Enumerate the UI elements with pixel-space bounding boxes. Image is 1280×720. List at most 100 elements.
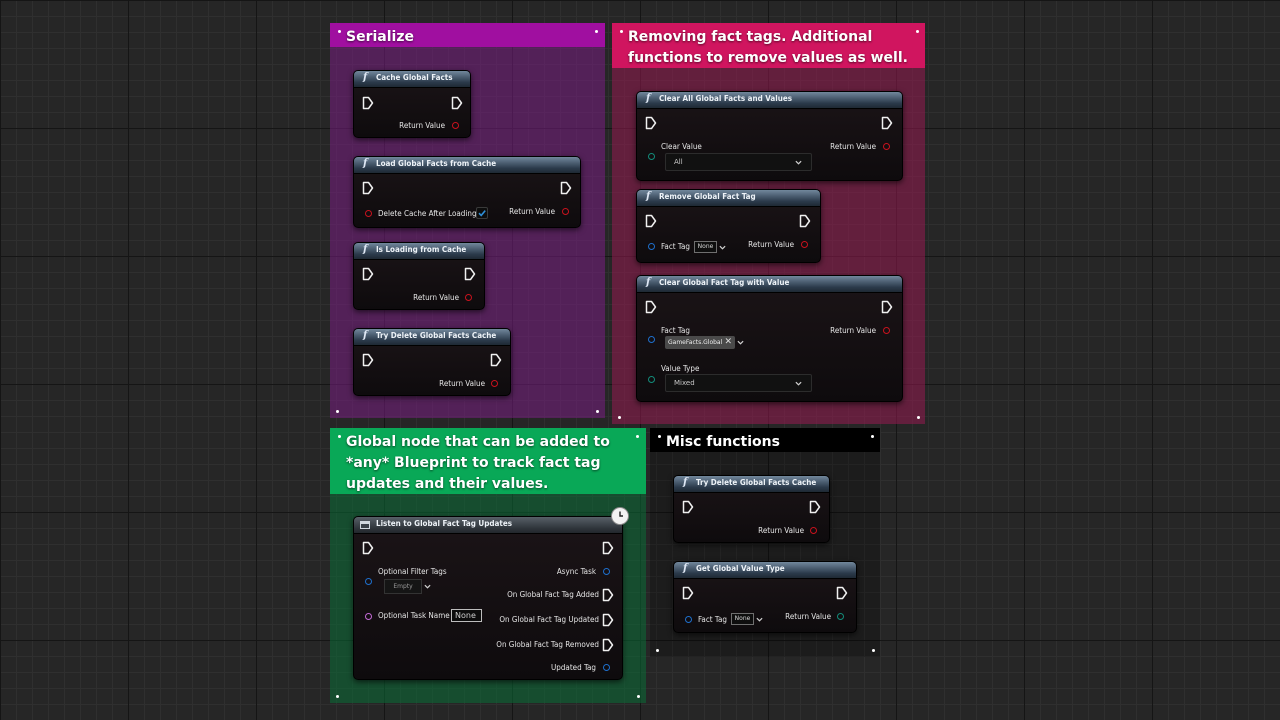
node-remove-global-fact-tag[interactable]: f Remove Global Fact Tag Fact Tag None R… — [636, 189, 821, 263]
exec-in-pin[interactable] — [645, 300, 657, 314]
exec-out-pin[interactable] — [809, 500, 821, 514]
node-listen-to-global-fact-tag-updates[interactable]: Listen to Global Fact Tag Updates Option… — [353, 516, 623, 680]
node-header: f Clear Global Fact Tag with Value — [637, 276, 902, 293]
node-clear-all-global-facts-and-values[interactable]: f Clear All Global Facts and Values Clea… — [636, 91, 903, 181]
exec-out-pin[interactable] — [451, 96, 463, 110]
return-value-pin[interactable] — [883, 143, 890, 150]
exec-in-pin[interactable] — [362, 181, 374, 195]
on-tag-added-label: On Global Fact Tag Added — [507, 590, 599, 599]
exec-in-pin[interactable] — [362, 353, 374, 367]
return-value-pin[interactable] — [491, 380, 498, 387]
node-header: Listen to Global Fact Tag Updates — [354, 517, 622, 534]
optional-filter-tags-value[interactable]: Empty — [384, 579, 422, 594]
value-type-selected: Mixed — [674, 379, 695, 387]
optional-task-name-pin[interactable] — [365, 613, 372, 620]
exec-out-pin[interactable] — [560, 181, 572, 195]
function-icon: f — [646, 191, 651, 202]
latent-clock-icon — [611, 507, 629, 525]
node-is-loading-from-cache[interactable]: f Is Loading from Cache Return Value — [353, 242, 485, 310]
on-tag-updated-exec-pin[interactable] — [602, 613, 614, 627]
delete-cache-pin[interactable] — [365, 210, 372, 217]
comment-title: Serialize — [346, 29, 414, 45]
node-try-delete-global-facts-cache[interactable]: f Try Delete Global Facts Cache Return V… — [353, 328, 511, 396]
on-tag-added-exec-pin[interactable] — [602, 588, 614, 602]
fact-tag-value[interactable]: None — [694, 241, 717, 253]
exec-in-pin[interactable] — [362, 96, 374, 110]
remove-tag-icon[interactable]: ✕ — [724, 336, 732, 349]
async-task-pin[interactable] — [603, 568, 610, 575]
comment-corner-dot — [658, 435, 661, 438]
exec-in-pin[interactable] — [645, 214, 657, 228]
chevron-down-icon[interactable] — [756, 616, 763, 623]
exec-out-pin[interactable] — [602, 541, 614, 555]
exec-out-pin[interactable] — [836, 586, 848, 600]
return-value-pin[interactable] — [562, 208, 569, 215]
return-value-pin[interactable] — [465, 294, 472, 301]
exec-in-pin[interactable] — [362, 267, 374, 281]
return-value-label: Return Value — [399, 121, 445, 130]
return-value-label: Return Value — [830, 326, 876, 335]
node-clear-global-fact-tag-with-value[interactable]: f Clear Global Fact Tag with Value Fact … — [636, 275, 903, 402]
fact-tag-chip[interactable]: GameFacts.Global ✕ — [665, 336, 735, 349]
node-try-delete-global-facts-cache-misc[interactable]: f Try Delete Global Facts Cache Return V… — [673, 475, 830, 543]
comment-resize-handle[interactable] — [917, 416, 920, 419]
node-header: f Cache Global Facts — [354, 71, 470, 88]
return-value-pin[interactable] — [883, 327, 890, 334]
comment-resize-handle[interactable] — [872, 649, 875, 652]
delete-cache-checkbox[interactable] — [476, 207, 488, 219]
value-type-pin[interactable] — [648, 376, 655, 383]
comment-resize-handle[interactable] — [596, 410, 599, 413]
function-icon: f — [683, 477, 688, 488]
clear-value-pin[interactable] — [648, 153, 655, 160]
comment-title: Misc functions — [666, 434, 780, 450]
exec-out-pin[interactable] — [490, 353, 502, 367]
updated-tag-pin[interactable] — [603, 664, 610, 671]
updated-tag-label: Updated Tag — [551, 663, 596, 672]
node-title: Cache Global Facts — [376, 73, 453, 82]
comment-title: Global node that can be added to *any* B… — [346, 434, 610, 492]
optional-filter-tags-pin[interactable] — [365, 578, 372, 585]
chevron-down-icon[interactable] — [719, 244, 726, 251]
exec-out-pin[interactable] — [881, 116, 893, 130]
return-value-pin[interactable] — [452, 122, 459, 129]
node-title: Clear All Global Facts and Values — [659, 94, 793, 103]
chevron-down-icon — [795, 159, 802, 166]
fact-tag-pin[interactable] — [648, 243, 655, 250]
comment-resize-handle[interactable] — [637, 695, 640, 698]
function-icon: f — [363, 158, 368, 169]
fact-tag-pin[interactable] — [685, 616, 692, 623]
optional-task-name-input[interactable]: None — [451, 609, 482, 622]
return-value-pin[interactable] — [837, 613, 844, 620]
exec-in-pin[interactable] — [645, 116, 657, 130]
exec-in-pin[interactable] — [362, 541, 374, 555]
fact-tag-pin[interactable] — [648, 336, 655, 343]
return-value-label: Return Value — [830, 142, 876, 151]
fact-tag-value[interactable]: None — [731, 613, 754, 625]
check-icon — [478, 210, 486, 217]
return-value-label: Return Value — [413, 293, 459, 302]
return-value-pin[interactable] — [810, 527, 817, 534]
chevron-down-icon[interactable] — [424, 583, 431, 590]
exec-out-pin[interactable] — [799, 214, 811, 228]
exec-out-pin[interactable] — [464, 267, 476, 281]
node-header: f Try Delete Global Facts Cache — [674, 476, 829, 493]
clear-value-dropdown[interactable]: All — [665, 153, 812, 171]
chevron-down-icon[interactable] — [737, 339, 744, 346]
exec-in-pin[interactable] — [682, 586, 694, 600]
return-value-label: Return Value — [758, 526, 804, 535]
node-header: f Try Delete Global Facts Cache — [354, 329, 510, 346]
node-load-global-facts-from-cache[interactable]: f Load Global Facts from Cache Delete Ca… — [353, 156, 581, 228]
node-title: Load Global Facts from Cache — [376, 159, 497, 168]
exec-in-pin[interactable] — [682, 500, 694, 514]
on-tag-updated-label: On Global Fact Tag Updated — [499, 615, 599, 624]
exec-out-pin[interactable] — [881, 300, 893, 314]
on-tag-removed-exec-pin[interactable] — [602, 638, 614, 652]
return-value-label: Return Value — [439, 379, 485, 388]
comment-corner-dot — [595, 30, 598, 33]
node-cache-global-facts[interactable]: f Cache Global Facts Return Value — [353, 70, 471, 138]
comment-corner-dot — [338, 435, 341, 438]
node-get-global-value-type[interactable]: f Get Global Value Type Fact Tag None Re… — [673, 561, 857, 633]
value-type-dropdown[interactable]: Mixed — [665, 374, 812, 392]
comment-corner-dot — [618, 416, 621, 419]
return-value-pin[interactable] — [801, 241, 808, 248]
